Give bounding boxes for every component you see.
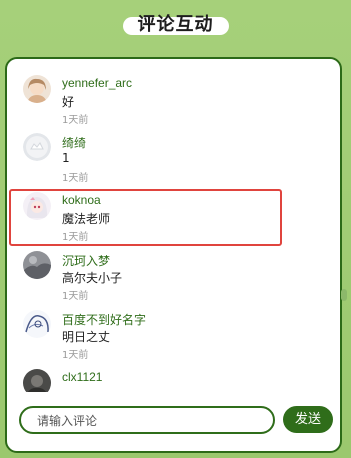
comment-item[interactable]: 绮绮 1 1天前 [7,117,340,184]
header: 评论互动 [0,10,351,40]
dark-photo-avatar-icon[interactable] [23,369,51,392]
comment-input[interactable] [35,411,269,431]
comment-text: 好 [62,95,75,109]
send-button[interactable]: 发送 [283,406,333,433]
comment-item[interactable]: clx1121 [7,353,340,392]
comment-item[interactable]: yennefer_arc 好 1天前 [7,59,340,126]
comment-item[interactable]: 百度不到好名字 明日之丈 1天前 [7,294,340,361]
comment-text: 明日之丈 [62,330,111,344]
sketch-avatar-icon[interactable] [23,310,51,338]
comment-username[interactable]: 沉珂入梦 [62,252,110,269]
comment-item-selected[interactable]: koknoa 魔法老师 1天前 [7,176,340,243]
comment-text: 高尔夫小子 [62,271,123,285]
default-avatar-icon[interactable] [23,133,51,161]
anime-girl-avatar-icon[interactable] [23,75,51,103]
comment-input-wrapper[interactable] [19,406,275,434]
gray-photo-avatar-icon[interactable] [23,251,51,279]
comment-username[interactable]: clx1121 [62,370,102,384]
anime-white-hair-avatar-icon[interactable] [23,192,51,220]
comment-username[interactable]: 百度不到好名字 [62,311,146,328]
comment-username[interactable]: koknoa [62,193,101,207]
page-title: 评论互动 [137,14,214,35]
comment-panel: yennefer_arc 好 1天前 绮绮 1 1天前 koknoa 魔法老师 … [5,57,342,453]
comment-username[interactable]: yennefer_arc [62,76,132,90]
comment-text: 1 [62,151,70,165]
scrollbar-thumb[interactable] [341,289,347,301]
comment-list[interactable]: yennefer_arc 好 1天前 绮绮 1 1天前 koknoa 魔法老师 … [7,59,340,392]
comment-text: 魔法老师 [62,212,111,226]
comment-item[interactable]: 沉珂入梦 高尔夫小子 1天前 [7,235,340,302]
comment-username[interactable]: 绮绮 [62,134,86,151]
